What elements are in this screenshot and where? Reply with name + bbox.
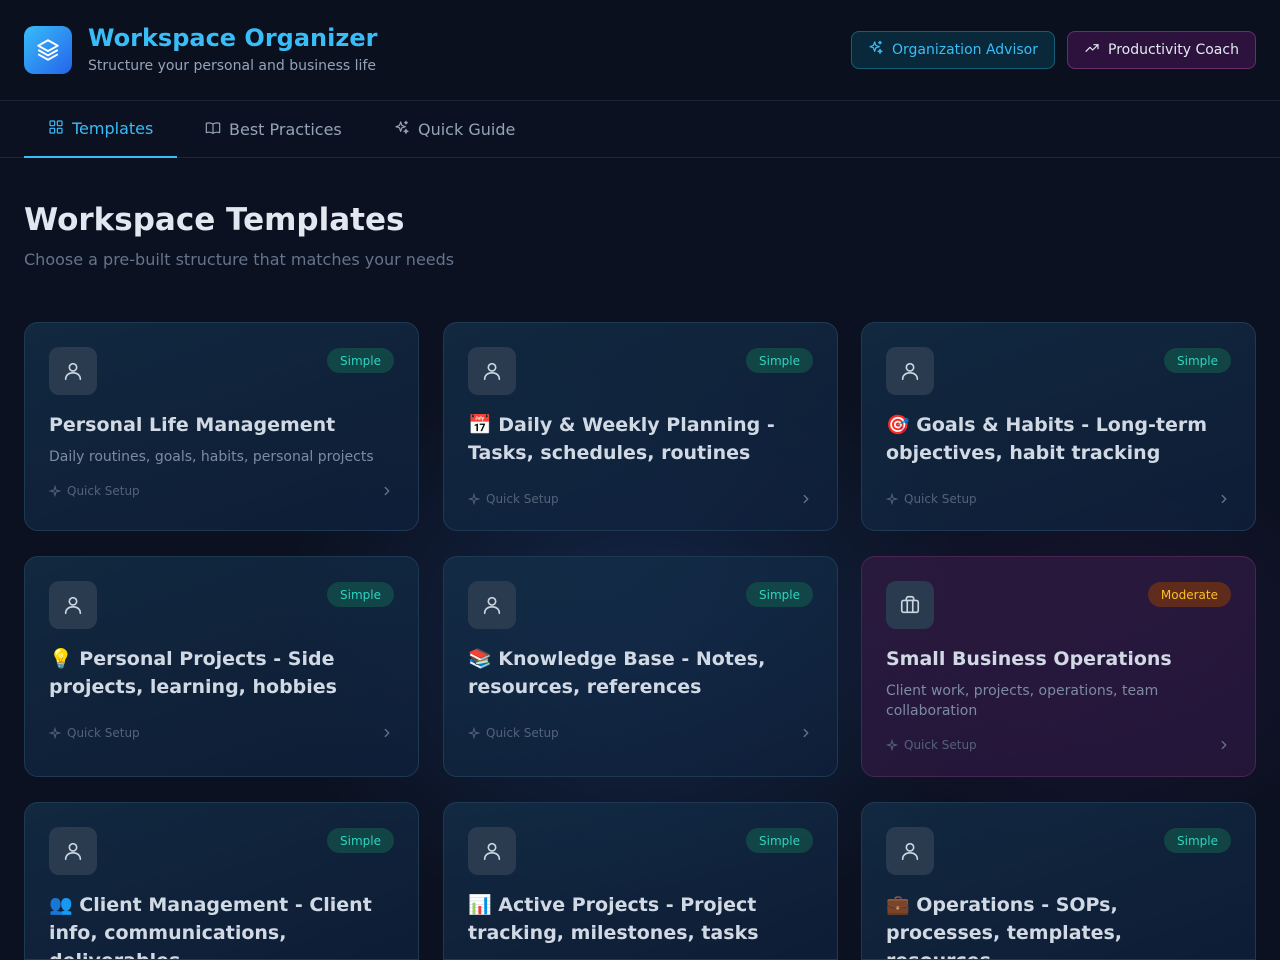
template-card[interactable]: Simple 💡 Personal Projects - Side projec… [24, 556, 419, 777]
card-footer: Quick Setup [49, 723, 394, 743]
complexity-badge: Simple [327, 348, 394, 373]
template-card[interactable]: Moderate Small Business Operations Clien… [861, 556, 1256, 777]
quick-setup-label: Quick Setup [67, 484, 140, 498]
card-title: 👥 Client Management - Client info, commu… [49, 894, 372, 959]
tab-best-practices[interactable]: Best Practices [181, 101, 366, 158]
quick-setup-label: Quick Setup [486, 492, 559, 506]
sparkle-icon [468, 493, 480, 505]
complexity-badge: Simple [746, 828, 813, 853]
user-icon [49, 827, 97, 875]
card-title: 💡 Personal Projects - Side projects, lea… [49, 648, 337, 698]
sparkle-icon [468, 727, 480, 739]
grid-icon [48, 119, 64, 139]
template-card[interactable]: Simple 📚 Knowledge Base - Notes, resourc… [443, 556, 838, 777]
card-title: 🎯 Goals & Habits - Long-term objectives,… [886, 414, 1208, 464]
organization-advisor-button[interactable]: Organization Advisor [851, 31, 1055, 69]
chevron-right-icon [1221, 740, 1227, 750]
sparkle-icon [886, 739, 898, 751]
card-footer: Quick Setup [886, 735, 1231, 755]
template-card[interactable]: Simple 📊 Active Projects - Project track… [443, 802, 838, 960]
card-title: Small Business Operations [886, 648, 1172, 670]
template-card[interactable]: Simple 🎯 Goals & Habits - Long-term obje… [861, 322, 1256, 531]
card-title: 📅 Daily & Weekly Planning - Tasks, sched… [468, 414, 775, 464]
organization-advisor-label: Organization Advisor [892, 42, 1038, 58]
sparkles-icon [868, 40, 884, 60]
user-icon [49, 347, 97, 395]
card-description: Client work, projects, operations, team … [886, 683, 1159, 719]
user-icon [49, 581, 97, 629]
card-footer: Quick Setup [468, 723, 813, 743]
card-title: 📚 Knowledge Base - Notes, resources, ref… [468, 648, 766, 698]
card-title: Personal Life Management [49, 414, 336, 436]
chevron-right-icon [803, 728, 809, 738]
tab-quick-guide-label: Quick Guide [418, 120, 516, 139]
quick-setup: Quick Setup [886, 492, 977, 506]
productivity-coach-button[interactable]: Productivity Coach [1067, 31, 1256, 69]
quick-setup: Quick Setup [49, 484, 140, 498]
sparkle-icon [49, 485, 61, 497]
quick-setup: Quick Setup [886, 738, 977, 752]
card-title: 📊 Active Projects - Project tracking, mi… [468, 894, 759, 944]
template-card[interactable]: Simple 📅 Daily & Weekly Planning - Tasks… [443, 322, 838, 531]
template-card[interactable]: Simple 👥 Client Management - Client info… [24, 802, 419, 960]
user-icon [468, 347, 516, 395]
user-icon [468, 581, 516, 629]
quick-setup-label: Quick Setup [904, 738, 977, 752]
template-card[interactable]: Simple 💼 Operations - SOPs, processes, t… [861, 802, 1256, 960]
complexity-badge: Simple [746, 348, 813, 373]
quick-setup-label: Quick Setup [486, 726, 559, 740]
card-footer: Quick Setup [49, 481, 394, 501]
user-icon [886, 827, 934, 875]
tab-quick-guide[interactable]: Quick Guide [370, 101, 539, 158]
app-header: Workspace Organizer Structure your perso… [0, 0, 1280, 101]
card-footer: Quick Setup [468, 489, 813, 509]
tab-templates-label: Templates [72, 119, 154, 138]
trending-up-icon [1084, 40, 1100, 60]
quick-setup: Quick Setup [468, 492, 559, 506]
sparkle-icon [886, 493, 898, 505]
user-icon [886, 347, 934, 395]
tab-bar: Templates Best Practices Quick Guide [0, 101, 1280, 158]
chevron-right-icon [384, 728, 390, 738]
briefcase-icon [886, 581, 934, 629]
template-card[interactable]: Simple Personal Life Management Daily ro… [24, 322, 419, 531]
complexity-badge: Simple [1164, 828, 1231, 853]
page-subtitle: Choose a pre-built structure that matche… [24, 250, 455, 269]
sparkle-icon [49, 727, 61, 739]
complexity-badge: Simple [327, 582, 394, 607]
page-title: Workspace Templates [24, 202, 405, 238]
productivity-coach-label: Productivity Coach [1108, 42, 1239, 58]
quick-setup: Quick Setup [468, 726, 559, 740]
app-title: Workspace Organizer [88, 24, 378, 52]
quick-setup: Quick Setup [49, 726, 140, 740]
book-icon [205, 120, 221, 140]
tab-templates[interactable]: Templates [24, 101, 178, 158]
app-subtitle: Structure your personal and business lif… [88, 58, 376, 74]
layers-icon [24, 26, 72, 74]
chevron-right-icon [384, 486, 390, 496]
sparkles-icon [394, 120, 410, 140]
quick-setup-label: Quick Setup [67, 726, 140, 740]
quick-setup-label: Quick Setup [904, 492, 977, 506]
chevron-right-icon [803, 494, 809, 504]
user-icon [468, 827, 516, 875]
complexity-badge: Simple [746, 582, 813, 607]
card-title: 💼 Operations - SOPs, processes, template… [886, 894, 1123, 959]
complexity-badge: Simple [327, 828, 394, 853]
tab-best-practices-label: Best Practices [229, 120, 342, 139]
complexity-badge: Moderate [1147, 582, 1231, 607]
chevron-right-icon [1221, 494, 1227, 504]
card-description: Daily routines, goals, habits, personal … [49, 449, 374, 465]
card-footer: Quick Setup [886, 489, 1231, 509]
complexity-badge: Simple [1164, 348, 1231, 373]
